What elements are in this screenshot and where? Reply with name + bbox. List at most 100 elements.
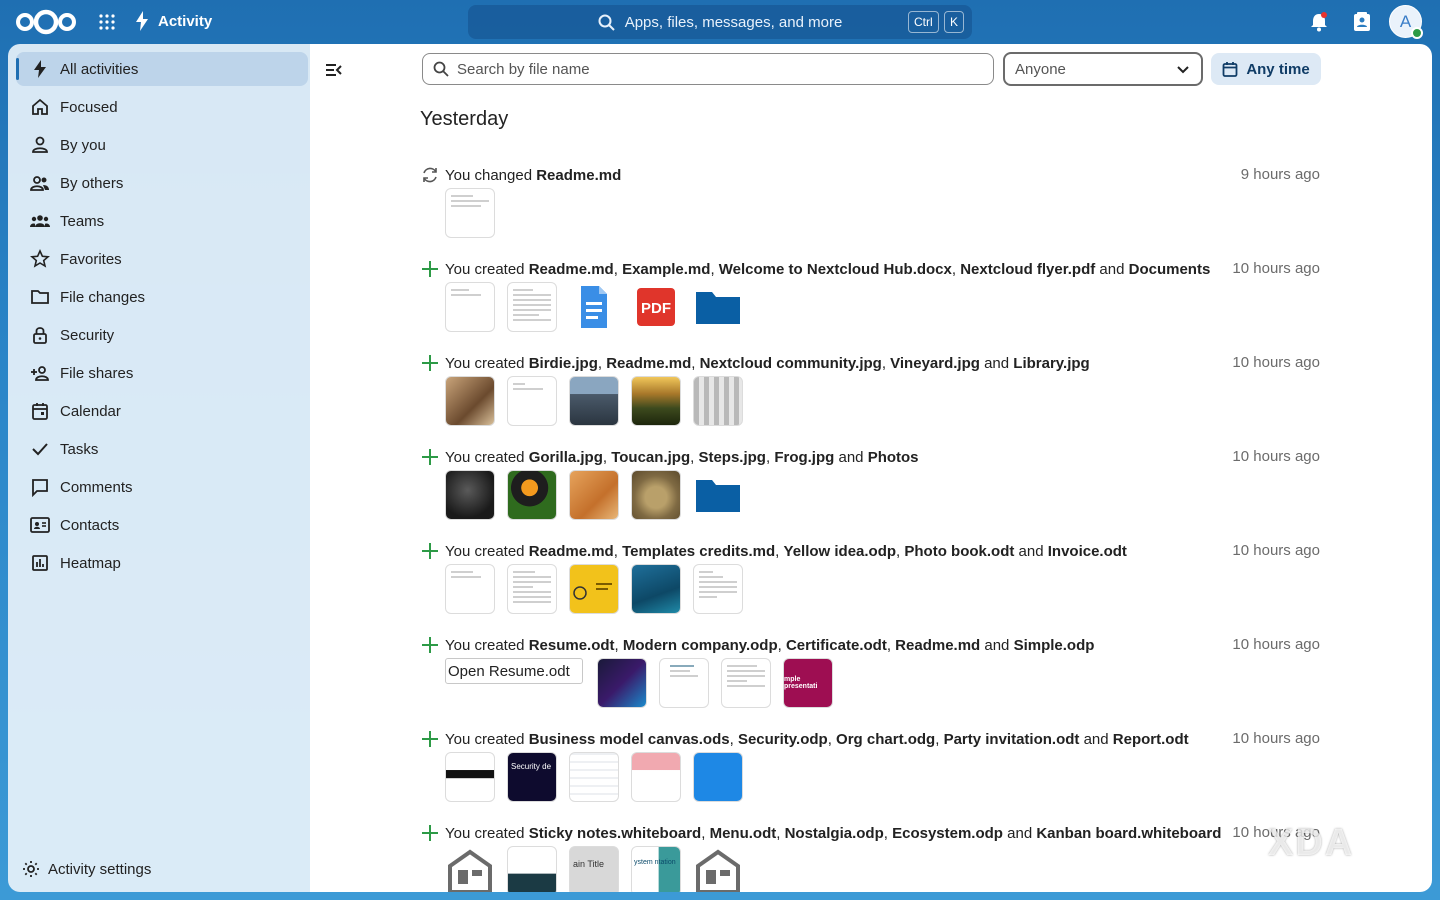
apps-grid-icon[interactable] bbox=[98, 13, 116, 31]
whiteboard-file-icon[interactable] bbox=[693, 846, 743, 892]
file-link[interactable]: Documents bbox=[1129, 261, 1211, 278]
certificate-thumbnail[interactable] bbox=[659, 658, 709, 708]
sidebar-item-all-activities[interactable]: All activities bbox=[16, 52, 308, 86]
file-link[interactable]: Report.odt bbox=[1113, 731, 1189, 748]
invitation-thumbnail[interactable] bbox=[631, 752, 681, 802]
image-thumbnail[interactable] bbox=[569, 376, 619, 426]
sidebar-item-label: By others bbox=[60, 174, 124, 192]
file-link[interactable]: Frog.jpg bbox=[774, 449, 834, 466]
file-link[interactable]: Readme.md bbox=[529, 261, 614, 278]
file-link[interactable]: Modern company.odp bbox=[623, 637, 778, 654]
notifications-bell-icon[interactable] bbox=[1308, 11, 1330, 33]
file-link[interactable]: Certificate.odt bbox=[786, 637, 887, 654]
sidebar-item-contacts[interactable]: Contacts bbox=[16, 508, 308, 542]
image-thumbnail[interactable] bbox=[631, 376, 681, 426]
broken-image-link[interactable]: Open Resume.odt bbox=[445, 658, 583, 684]
sidebar-item-tasks[interactable]: Tasks bbox=[16, 432, 308, 466]
sidebar-item-file-changes[interactable]: File changes bbox=[16, 280, 308, 314]
file-thumbnail[interactable] bbox=[445, 282, 495, 332]
file-link[interactable]: Ecosystem.odp bbox=[892, 825, 1003, 842]
file-link[interactable]: Kanban board.whiteboard bbox=[1036, 825, 1221, 842]
sidebar-item-comments[interactable]: Comments bbox=[16, 470, 308, 504]
sidebar-item-calendar[interactable]: Calendar bbox=[16, 394, 308, 428]
activity-settings-button[interactable]: Activity settings bbox=[22, 860, 151, 878]
user-avatar[interactable]: A bbox=[1389, 5, 1423, 39]
photobook-thumbnail[interactable] bbox=[631, 564, 681, 614]
image-thumbnail[interactable] bbox=[445, 376, 495, 426]
file-link[interactable]: Library.jpg bbox=[1013, 355, 1089, 372]
presentation-thumbnail[interactable]: ain Title bbox=[569, 846, 619, 892]
sidebar-item-by-you[interactable]: By you bbox=[16, 128, 308, 162]
sidebar-item-focused[interactable]: Focused bbox=[16, 90, 308, 124]
file-link[interactable]: Nostalgia.odp bbox=[785, 825, 884, 842]
report-thumbnail[interactable] bbox=[693, 752, 743, 802]
file-link[interactable]: Org chart.odg bbox=[836, 731, 935, 748]
file-thumbnail[interactable] bbox=[507, 564, 557, 614]
file-link[interactable]: Party invitation.odt bbox=[944, 731, 1080, 748]
unified-search-bar[interactable]: Apps, files, messages, and more Ctrl K bbox=[468, 5, 972, 39]
person-filter-select[interactable]: Anyone bbox=[1003, 52, 1203, 86]
file-link[interactable]: Nextcloud community.jpg bbox=[700, 355, 882, 372]
file-link[interactable]: Simple.odp bbox=[1014, 637, 1095, 654]
file-link[interactable]: Steps.jpg bbox=[698, 449, 766, 466]
document-file-icon[interactable] bbox=[569, 282, 619, 332]
file-thumbnail[interactable] bbox=[721, 658, 771, 708]
nextcloud-logo[interactable] bbox=[14, 8, 78, 36]
file-link[interactable]: Gorilla.jpg bbox=[529, 449, 603, 466]
presentation-thumbnail[interactable] bbox=[569, 564, 619, 614]
image-thumbnail[interactable] bbox=[693, 376, 743, 426]
file-link[interactable]: Example.md bbox=[622, 261, 710, 278]
file-link[interactable]: Readme.md bbox=[529, 543, 614, 560]
file-link[interactable]: Nextcloud flyer.pdf bbox=[960, 261, 1095, 278]
folder-icon[interactable] bbox=[693, 282, 743, 332]
file-link[interactable]: Menu.odt bbox=[710, 825, 777, 842]
app-title[interactable]: Activity bbox=[134, 11, 212, 31]
contacts-menu-icon[interactable] bbox=[1351, 11, 1373, 33]
orgchart-thumbnail[interactable] bbox=[569, 752, 619, 802]
sidebar-item-security[interactable]: Security bbox=[16, 318, 308, 352]
sidebar-item-file-shares[interactable]: File shares bbox=[16, 356, 308, 390]
image-thumbnail[interactable] bbox=[631, 470, 681, 520]
image-thumbnail[interactable] bbox=[445, 470, 495, 520]
file-link[interactable]: Security.odp bbox=[738, 731, 828, 748]
image-thumbnail[interactable] bbox=[507, 470, 557, 520]
file-link[interactable]: Business model canvas.ods bbox=[529, 731, 730, 748]
sidebar-item-teams[interactable]: Teams bbox=[16, 204, 308, 238]
file-thumbnail[interactable] bbox=[693, 564, 743, 614]
sidebar-item-heatmap[interactable]: Heatmap bbox=[16, 546, 308, 580]
image-thumbnail[interactable] bbox=[569, 470, 619, 520]
file-link[interactable]: Readme.md bbox=[895, 637, 980, 654]
sidebar-item-by-others[interactable]: By others bbox=[16, 166, 308, 200]
spreadsheet-thumbnail[interactable] bbox=[445, 752, 495, 802]
file-link[interactable]: Invoice.odt bbox=[1048, 543, 1127, 560]
file-thumbnail[interactable] bbox=[445, 188, 495, 238]
time-filter-button[interactable]: Any time bbox=[1211, 53, 1321, 85]
file-link[interactable]: Welcome to Nextcloud Hub.docx bbox=[719, 261, 952, 278]
file-link[interactable]: Templates credits.md bbox=[622, 543, 775, 560]
file-thumbnail[interactable] bbox=[507, 376, 557, 426]
sidebar-item-favorites[interactable]: Favorites bbox=[16, 242, 308, 276]
file-link[interactable]: Yellow idea.odp bbox=[784, 543, 897, 560]
file-link[interactable]: Toucan.jpg bbox=[611, 449, 690, 466]
file-link[interactable]: Resume.odt bbox=[529, 637, 615, 654]
file-link[interactable]: Readme.md bbox=[536, 167, 621, 184]
whiteboard-file-icon[interactable] bbox=[445, 846, 495, 892]
file-name-search[interactable] bbox=[422, 53, 994, 85]
file-link[interactable]: Birdie.jpg bbox=[529, 355, 598, 372]
presentation-thumbnail[interactable]: Security de bbox=[507, 752, 557, 802]
presentation-thumbnail[interactable] bbox=[597, 658, 647, 708]
file-link[interactable]: Photos bbox=[868, 449, 919, 466]
file-link[interactable]: Photo book.odt bbox=[904, 543, 1014, 560]
file-thumbnail[interactable] bbox=[445, 564, 495, 614]
file-link[interactable]: Sticky notes.whiteboard bbox=[529, 825, 702, 842]
pdf-file-icon[interactable]: PDF bbox=[631, 282, 681, 332]
presentation-thumbnail[interactable]: ystem ntation bbox=[631, 846, 681, 892]
menu-thumbnail[interactable] bbox=[507, 846, 557, 892]
file-thumbnail[interactable] bbox=[507, 282, 557, 332]
toggle-navigation-icon[interactable] bbox=[324, 60, 344, 80]
file-link[interactable]: Vineyard.jpg bbox=[890, 355, 980, 372]
file-name-search-input[interactable] bbox=[457, 60, 977, 78]
presentation-thumbnail[interactable]: mple presentati bbox=[783, 658, 833, 708]
file-link[interactable]: Readme.md bbox=[606, 355, 691, 372]
folder-icon[interactable] bbox=[693, 470, 743, 520]
